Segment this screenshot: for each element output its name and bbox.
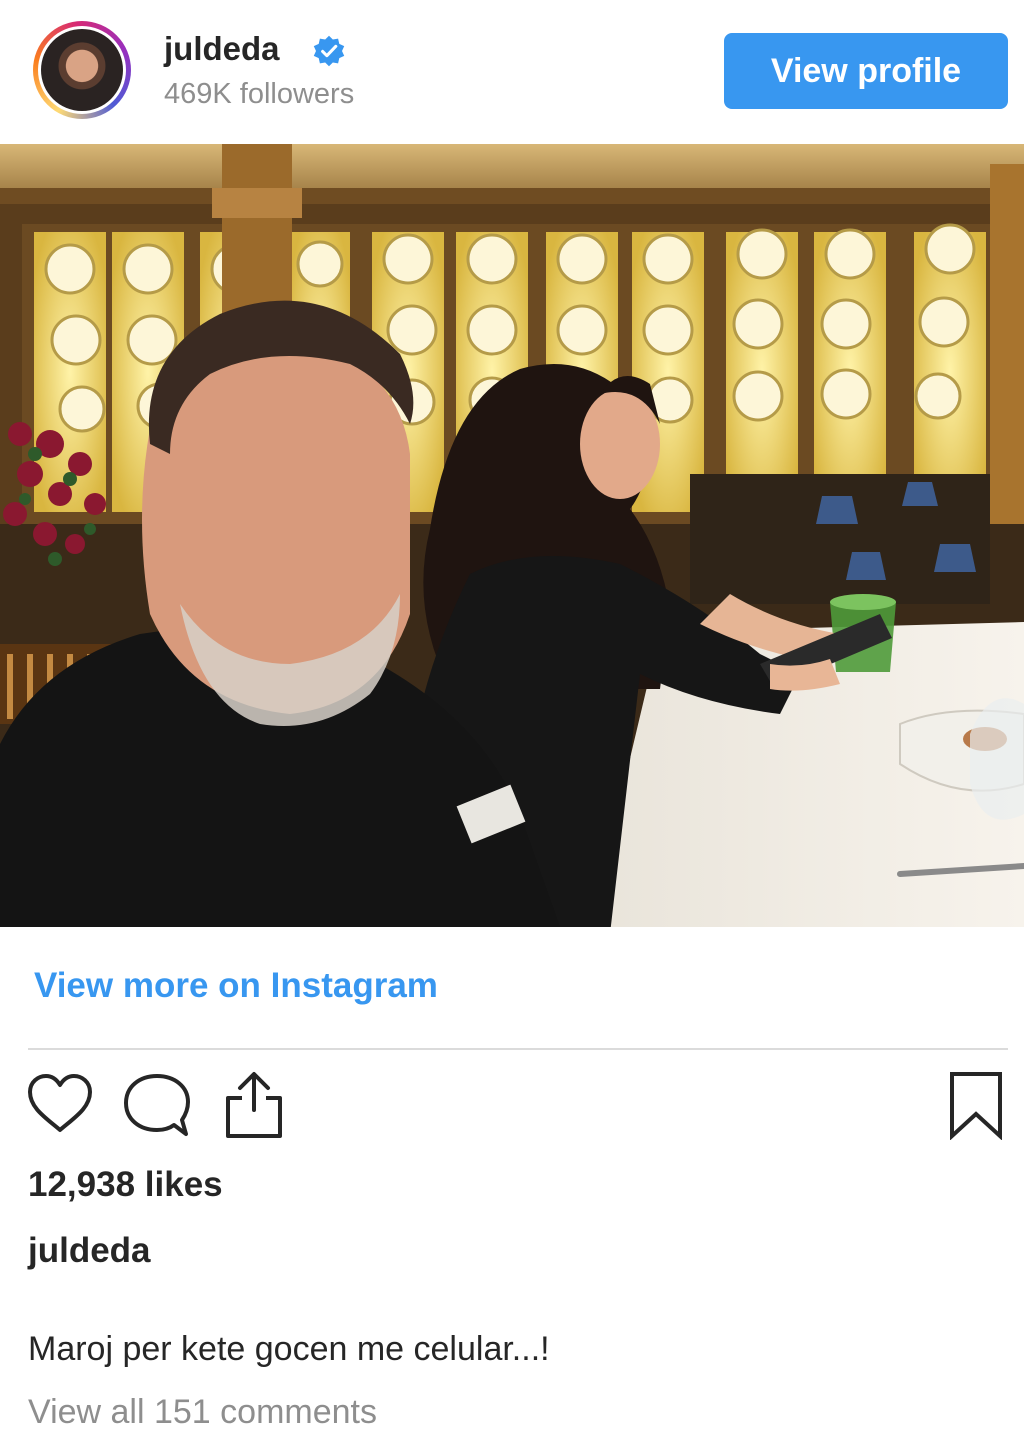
share-icon[interactable] <box>222 1070 286 1140</box>
avatar[interactable] <box>33 21 131 119</box>
caption-text: Maroj per kete gocen me celular...! <box>28 1330 550 1368</box>
follower-count: 469K followers <box>164 78 355 110</box>
like-count[interactable]: 12,938 likes <box>28 1165 223 1205</box>
avatar-frame <box>38 26 126 114</box>
comment-icon[interactable] <box>122 1072 192 1140</box>
post-photo[interactable] <box>0 144 1024 927</box>
view-more-on-instagram-link[interactable]: View more on Instagram <box>34 966 438 1006</box>
view-profile-button[interactable]: View profile <box>724 33 1008 109</box>
verified-badge-icon <box>313 35 345 67</box>
heart-icon[interactable] <box>26 1072 94 1136</box>
username[interactable]: juldeda <box>164 30 280 68</box>
caption-username[interactable]: juldeda <box>28 1231 151 1271</box>
view-all-comments-link[interactable]: View all 151 comments <box>28 1393 377 1432</box>
post-header: juldeda 469K followers View profile <box>0 0 1024 144</box>
photo-image <box>0 144 1024 927</box>
avatar-image <box>41 29 123 111</box>
bookmark-icon[interactable] <box>946 1070 1006 1140</box>
divider <box>28 1048 1008 1050</box>
